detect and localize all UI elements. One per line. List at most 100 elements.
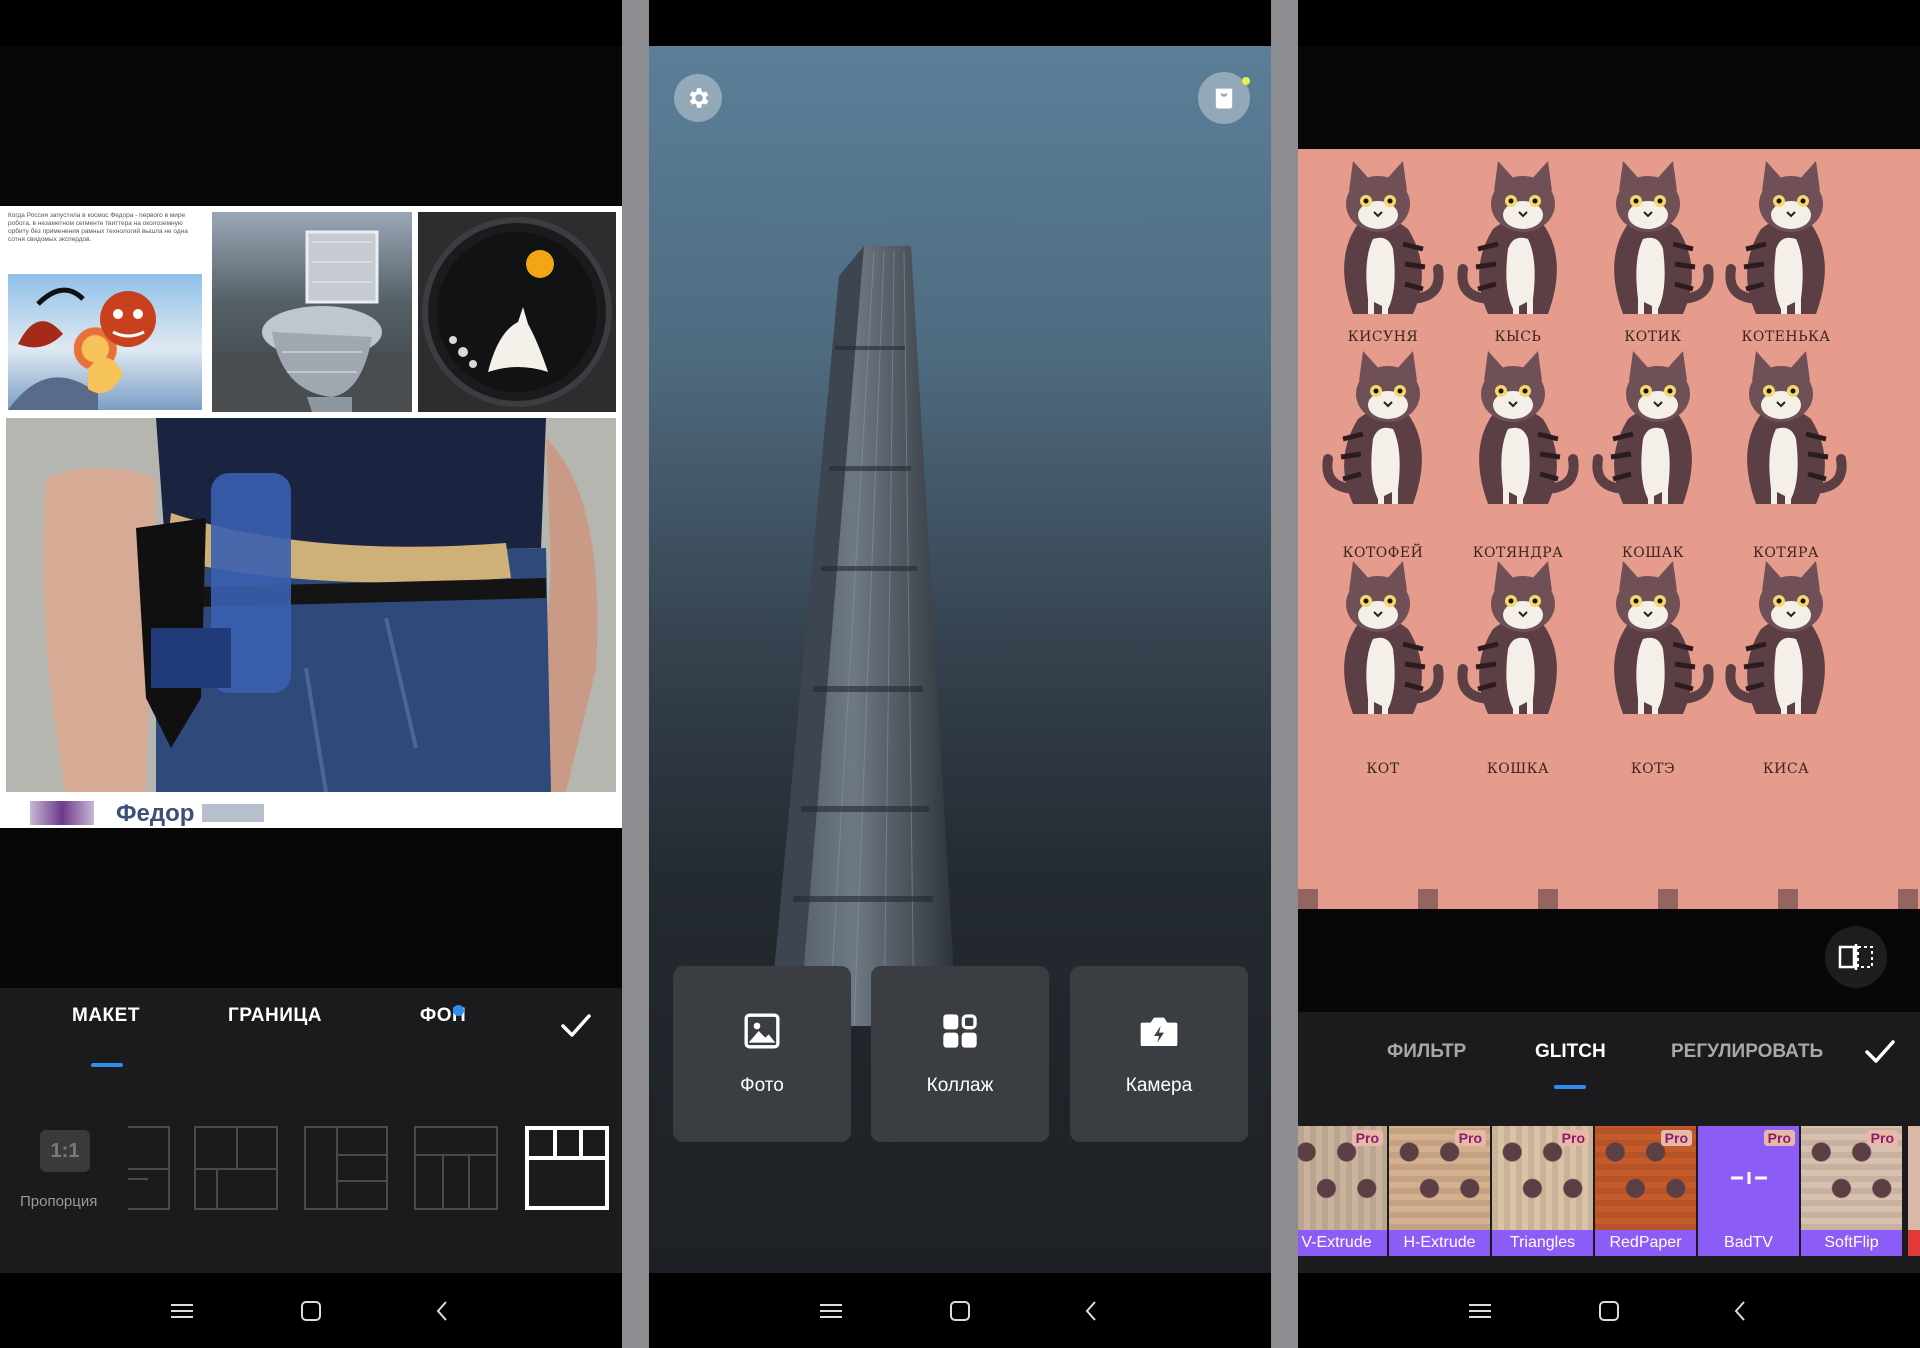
status-bar <box>1298 0 1920 46</box>
collage-cell-pan[interactable] <box>418 212 616 412</box>
camera-button[interactable]: Камера <box>1070 966 1248 1142</box>
cat-name-label: КОШКА <box>1486 761 1550 777</box>
cat-illustration <box>1313 149 1453 349</box>
tab-glitch-underline <box>1554 1085 1586 1089</box>
pro-badge: Pro <box>1351 1130 1383 1146</box>
collage-cell-holster[interactable] <box>6 418 616 792</box>
cat-illustration <box>1716 549 1856 749</box>
home-screen: Фото Коллаж Камера <box>649 0 1271 1348</box>
home-icon[interactable] <box>1589 1291 1629 1331</box>
system-nav-bar <box>649 1273 1271 1348</box>
cat-illustration <box>1448 339 1588 539</box>
tab-adjust[interactable]: РЕГУЛИРОВАТЬ <box>1671 1041 1823 1063</box>
home-icon[interactable] <box>291 1291 331 1331</box>
cat-name-label: КИСА <box>1762 761 1810 777</box>
layout-option-5-selected[interactable] <box>525 1126 609 1210</box>
filter-strip-overflow <box>1908 1126 1920 1230</box>
filter-name: RedPaper <box>1595 1230 1696 1256</box>
layout-option-3[interactable] <box>304 1126 388 1210</box>
cat-illustration <box>1313 549 1453 749</box>
collage-caption-blur-2 <box>202 804 264 822</box>
back-icon[interactable] <box>1071 1291 1111 1331</box>
filter-triangles[interactable]: Pro Triangles <box>1492 1126 1593 1256</box>
menu-icon[interactable] <box>162 1291 202 1331</box>
layout-option-1[interactable] <box>128 1126 170 1210</box>
canvas-top-padding <box>0 46 622 206</box>
cat-illustration <box>1716 149 1856 349</box>
news-text: Когда Россия запустила в космос Федора -… <box>8 212 188 243</box>
settings-button[interactable] <box>674 74 722 122</box>
pro-badge: Pro <box>1557 1130 1589 1146</box>
ratio-caption: Пропорция <box>20 1193 98 1210</box>
canvas-top-padding <box>1298 46 1920 149</box>
tab-border[interactable]: ГРАНИЦА <box>228 1005 322 1027</box>
compare-icon <box>1838 944 1873 970</box>
filter-redpaper[interactable]: Pro RedPaper <box>1595 1126 1696 1256</box>
gear-icon <box>689 88 709 108</box>
cat-illustration <box>1583 149 1723 349</box>
back-icon[interactable] <box>422 1291 462 1331</box>
cat-illustration <box>1313 339 1453 539</box>
cat-partial-row <box>1298 889 1920 909</box>
cat-illustration <box>1583 339 1723 539</box>
tab-layout-underline <box>91 1063 123 1067</box>
image-icon <box>744 1013 780 1049</box>
tab-glitch[interactable]: GLITCH <box>1535 1041 1606 1063</box>
layout-editor-screen: Когда Россия запустила в космос Федора -… <box>0 0 622 1348</box>
system-nav-bar <box>1298 1273 1920 1348</box>
apply-check-icon[interactable] <box>560 1012 592 1040</box>
photo-button[interactable]: Фото <box>673 966 851 1142</box>
layout-option-4[interactable] <box>414 1126 498 1210</box>
tab-background-dot <box>453 1005 464 1016</box>
filter-name: Triangles <box>1492 1230 1593 1256</box>
tab-filter[interactable]: ФИЛЬТР <box>1387 1041 1466 1063</box>
news-image <box>8 274 202 410</box>
system-nav-bar <box>0 1273 622 1348</box>
ratio-button[interactable]: 1:1 <box>40 1130 90 1172</box>
filter-strip-overflow-label <box>1908 1230 1920 1256</box>
glitch-editor-screen: КИСУНЯ КЫСЬ КОТИК КОТЕНЬКА КОТОФЕЙ КОТЯН… <box>1298 0 1920 1348</box>
collage-caption: Федор <box>116 800 195 827</box>
camera-icon <box>1140 1017 1178 1046</box>
pro-badge: Pro <box>1660 1130 1692 1146</box>
shopping-bag-icon <box>1215 88 1233 109</box>
notification-dot <box>1242 77 1250 85</box>
collage-caption-blur <box>30 801 94 825</box>
grid-icon <box>943 1014 977 1048</box>
menu-icon[interactable] <box>811 1291 851 1331</box>
filter-name: H-Extrude <box>1389 1230 1490 1256</box>
layout-option-2[interactable] <box>194 1126 278 1210</box>
canvas-bottom-padding <box>0 828 622 988</box>
filter-softflip[interactable]: Pro SoftFlip <box>1801 1126 1902 1256</box>
collage-button[interactable]: Коллаж <box>871 966 1049 1142</box>
back-icon[interactable] <box>1720 1291 1760 1331</box>
cat-illustration <box>1716 339 1856 539</box>
filter-name: V-Extrude <box>1298 1230 1387 1256</box>
photo-button-label: Фото <box>740 1075 784 1096</box>
cat-name-label: КОТ <box>1366 761 1400 777</box>
collage-cell-toilet[interactable] <box>212 212 412 412</box>
cat-name-label: КОТЭ <box>1630 761 1676 777</box>
tab-layout[interactable]: МАКЕТ <box>72 1005 140 1027</box>
filter-v-extrude[interactable]: Pro V-Extrude <box>1298 1126 1387 1256</box>
collage-button-label: Коллаж <box>926 1075 994 1096</box>
collage-cell-news[interactable]: Когда Россия запустила в космос Федора -… <box>6 212 206 412</box>
status-bar <box>649 0 1271 46</box>
home-icon[interactable] <box>940 1291 980 1331</box>
filter-h-extrude[interactable]: Pro H-Extrude <box>1389 1126 1490 1256</box>
ratio-label: 1:1 <box>50 1139 80 1162</box>
compare-button[interactable] <box>1825 926 1887 988</box>
camera-button-label: Камера <box>1125 1075 1193 1096</box>
cat-illustration <box>1448 549 1588 749</box>
filter-name: BadTV <box>1698 1230 1799 1256</box>
filter-name: SoftFlip <box>1801 1230 1902 1256</box>
collage-canvas: Когда Россия запустила в космос Федора -… <box>0 206 622 828</box>
pro-badge: Pro <box>1763 1130 1795 1146</box>
filter-badtv[interactable]: Pro BadTV <box>1698 1126 1799 1256</box>
menu-icon[interactable] <box>1460 1291 1500 1331</box>
adjust-slider-icon <box>1730 1172 1767 1184</box>
cat-illustration <box>1448 149 1588 349</box>
apply-check-icon[interactable] <box>1864 1038 1896 1066</box>
cats-poster-canvas: КИСУНЯ КЫСЬ КОТИК КОТЕНЬКА КОТОФЕЙ КОТЯН… <box>1298 149 1920 909</box>
status-bar <box>0 0 622 46</box>
